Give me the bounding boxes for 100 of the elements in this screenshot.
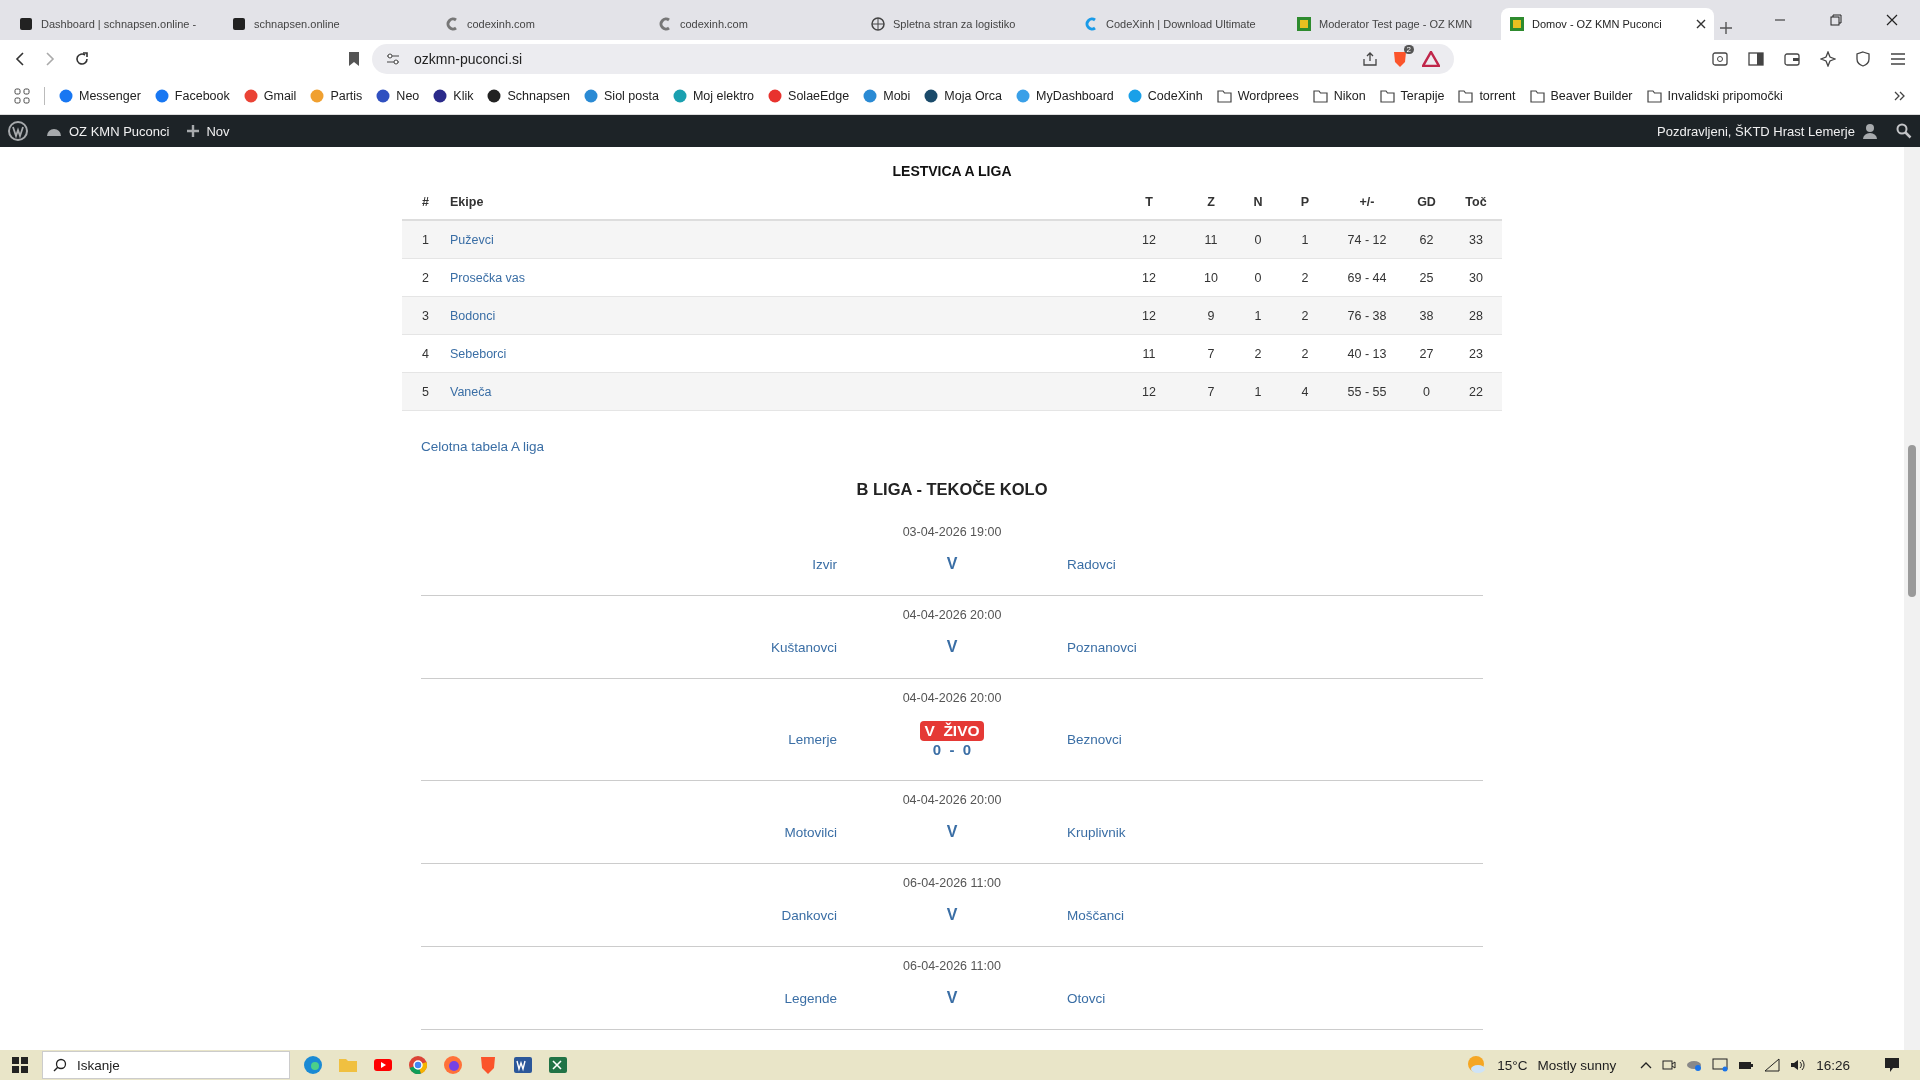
bookmark[interactable]: Moj elektro xyxy=(672,89,755,103)
team-link[interactable]: Radovci xyxy=(1067,556,1116,572)
bookmark[interactable]: Gmail xyxy=(243,89,297,103)
apps-icon[interactable] xyxy=(14,88,30,104)
camera-icon[interactable] xyxy=(1662,1058,1677,1072)
chrome-icon[interactable] xyxy=(407,1054,429,1076)
new-content-link[interactable]: Nov xyxy=(187,123,230,139)
search-icon[interactable] xyxy=(1896,123,1912,139)
team-link[interactable]: Sebeborci xyxy=(450,346,507,361)
shield-icon[interactable] xyxy=(1392,50,1408,68)
team-link[interactable]: Bodonci xyxy=(450,308,496,323)
table-cell: 2 xyxy=(1279,296,1331,335)
account-link[interactable]: Pozdravljeni, ŠKTD Hrast Lemerje xyxy=(1657,123,1878,139)
browser-tab[interactable]: codexinh.com xyxy=(649,8,862,40)
browser-tab[interactable]: CodeXinh | Download Ultimate xyxy=(1075,8,1288,40)
sparkle-icon[interactable] xyxy=(1820,51,1836,67)
bookmark[interactable]: MyDashboard xyxy=(1016,89,1114,103)
bookmark[interactable]: Neo xyxy=(376,89,420,103)
bookmark-folder[interactable]: Nikon xyxy=(1312,89,1366,103)
team-link[interactable]: Vaneča xyxy=(450,384,492,399)
browser-tab[interactable]: codexinh.com xyxy=(436,8,649,40)
bookmark[interactable]: Klik xyxy=(433,89,474,103)
bookmark-folder[interactable]: torrent xyxy=(1458,89,1516,103)
search-field[interactable]: Iskanje xyxy=(42,1051,290,1079)
browser-tab[interactable]: Domov - OZ KMN Puconci xyxy=(1501,8,1714,40)
site-settings-icon xyxy=(386,53,400,65)
wordpress-logo-icon[interactable] xyxy=(8,121,28,141)
bookmark[interactable]: Siol posta xyxy=(584,89,659,103)
close-icon[interactable] xyxy=(1886,14,1898,26)
site-icon xyxy=(59,89,73,103)
browser-tab[interactable]: Dashboard | schnapsen.online - xyxy=(10,8,223,40)
bookmark[interactable]: Schnapsen xyxy=(487,89,570,103)
address-bar[interactable]: ozkmn-puconci.si 2 xyxy=(372,44,1454,74)
team-link[interactable]: Dankovci xyxy=(781,907,837,923)
battery-icon[interactable] xyxy=(1738,1059,1755,1071)
back-icon[interactable] xyxy=(14,52,26,66)
browser-tab[interactable]: Spletna stran za logistiko xyxy=(862,8,1075,40)
team-link[interactable]: Izvir xyxy=(812,556,837,572)
bookmark-folder[interactable]: Beaver Builder xyxy=(1529,89,1633,103)
full-table-link[interactable]: Celotna tabela A liga xyxy=(421,439,545,454)
more-icon[interactable] xyxy=(1894,91,1906,101)
triangle-icon[interactable] xyxy=(1422,51,1440,67)
wallet-icon[interactable] xyxy=(1784,52,1800,66)
bookmark[interactable]: SolaeEdge xyxy=(768,89,850,103)
edge-browser-icon[interactable] xyxy=(302,1054,324,1076)
table-cell: 1 xyxy=(1237,372,1279,411)
bookmark[interactable]: Facebook xyxy=(154,89,230,103)
word-icon[interactable] xyxy=(512,1054,534,1076)
table-cell: 38 xyxy=(1403,296,1450,335)
cloud-icon[interactable] xyxy=(1686,1058,1703,1072)
team-link[interactable]: Kruplivnik xyxy=(1067,824,1126,840)
scrollbar-thumb[interactable] xyxy=(1908,445,1916,597)
site-icon xyxy=(376,89,391,103)
restore-icon[interactable] xyxy=(1830,14,1842,26)
bookmark-folder[interactable]: Wordprees xyxy=(1216,89,1299,103)
bookmark-folder[interactable]: Terapije xyxy=(1379,89,1445,103)
team-link[interactable]: Lemerje xyxy=(788,732,837,747)
table-cell: 7 xyxy=(1185,334,1237,373)
clock[interactable]: 16:26 xyxy=(1816,1057,1850,1073)
close-icon[interactable] xyxy=(1696,19,1706,29)
browser-tab[interactable]: schnapsen.online xyxy=(223,8,436,40)
shield-icon[interactable] xyxy=(1856,51,1870,67)
bookmark[interactable]: Moja Orca xyxy=(924,89,1002,103)
team-link[interactable]: Moščanci xyxy=(1067,907,1125,923)
browser-tab[interactable]: Moderator Test page - OZ KMN xyxy=(1288,8,1501,40)
sidebar-icon[interactable] xyxy=(1748,52,1764,66)
user-icon xyxy=(1862,123,1878,139)
team-link[interactable]: Poznanovci xyxy=(1067,639,1137,655)
menu-icon[interactable] xyxy=(1890,52,1906,66)
notification-icon[interactable] xyxy=(1884,1057,1900,1073)
match-date: 06-04-2026 11:00 xyxy=(903,876,1001,890)
team-link[interactable]: Kuštanovci xyxy=(770,639,837,655)
windows-start-icon[interactable] xyxy=(12,1057,28,1073)
team-link[interactable]: Legende xyxy=(784,990,837,1006)
bookmark-icon[interactable] xyxy=(348,51,360,67)
team-link[interactable]: Prosečka vas xyxy=(450,270,526,285)
scrollbar[interactable] xyxy=(1904,147,1920,1050)
team-link[interactable]: Motovilci xyxy=(784,824,837,840)
reload-icon[interactable] xyxy=(74,51,90,67)
speaker-icon[interactable] xyxy=(1790,1058,1807,1072)
chevron-up-icon[interactable] xyxy=(1640,1061,1653,1069)
display-icon[interactable] xyxy=(1712,1058,1729,1072)
new-tab-icon[interactable] xyxy=(1720,22,1732,34)
bookmark-folder[interactable]: Invalidski pripomočki xyxy=(1646,89,1783,103)
firefox-icon[interactable] xyxy=(442,1054,464,1076)
table-cell: 25 xyxy=(1403,258,1450,297)
excel-icon[interactable] xyxy=(547,1054,569,1076)
screenshot-icon[interactable] xyxy=(1712,52,1728,66)
bookmark[interactable]: CodeXinh xyxy=(1127,89,1203,103)
bookmark[interactable]: Mobi xyxy=(863,89,911,103)
bookmark[interactable]: Messenger xyxy=(59,89,141,103)
team-link[interactable]: Beznovci xyxy=(1067,732,1122,747)
bookmark[interactable]: Partis xyxy=(310,89,363,103)
site-name-link[interactable]: OZ KMN Puconci xyxy=(46,123,170,139)
table-cell: 9 xyxy=(1185,296,1237,335)
share-icon[interactable] xyxy=(1362,51,1378,67)
team-link[interactable]: Puževci xyxy=(450,232,494,247)
table-cell: 12 xyxy=(1113,296,1185,335)
versus-label: V xyxy=(946,555,958,573)
team-link[interactable]: Otovci xyxy=(1067,990,1106,1006)
